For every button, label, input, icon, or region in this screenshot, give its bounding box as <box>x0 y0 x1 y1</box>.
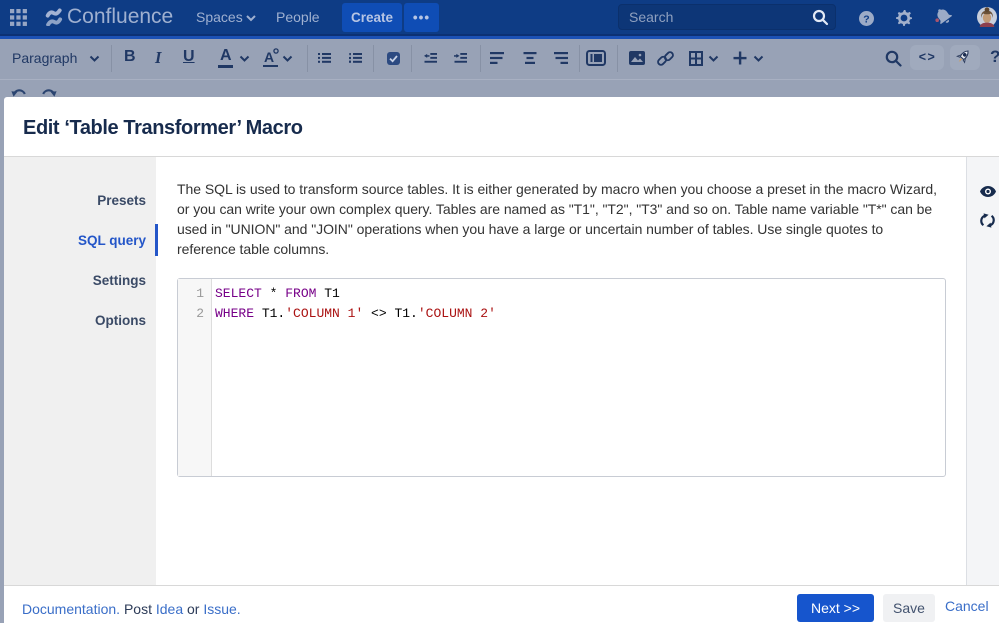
svg-text:?: ? <box>863 14 869 26</box>
